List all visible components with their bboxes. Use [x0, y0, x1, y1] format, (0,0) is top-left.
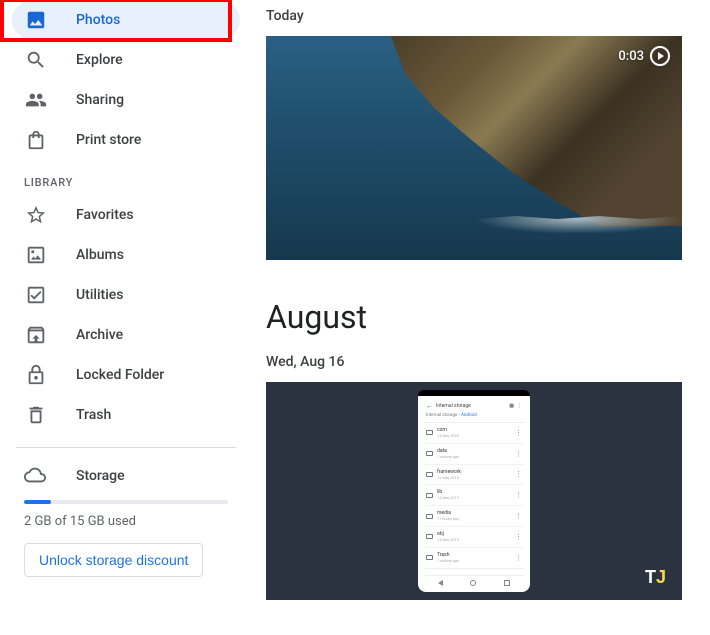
row-more-icon: ⋮ [515, 557, 522, 559]
nav-back-icon [438, 580, 443, 586]
sidebar-item-label: Favorites [76, 207, 134, 223]
nav-recent-icon [504, 580, 510, 586]
sidebar-item-label: Explore [76, 52, 123, 68]
search-icon [24, 48, 48, 72]
image-icon [24, 8, 48, 32]
month-header: August [266, 298, 694, 336]
row-more-icon: ⋮ [515, 494, 522, 496]
sidebar-item-label: Photos [76, 12, 120, 28]
folder-icon [426, 493, 433, 498]
sidebar-item-explore[interactable]: Explore [12, 40, 240, 80]
more-icon: ⋮ [517, 403, 522, 409]
phone-file-row: obj14 May 2019⋮ [424, 527, 524, 548]
phone-file-row: framework14 May 2019⋮ [424, 465, 524, 486]
unlock-storage-discount-button[interactable]: Unlock storage discount [24, 543, 203, 577]
phone-file-list: com14 May 2020⋮data1 minute ago⋮framewor… [424, 423, 524, 569]
phone-mockup: ← Internal storage ▦ ⋮ Internal storage … [418, 390, 530, 592]
row-more-icon: ⋮ [515, 536, 522, 538]
sidebar: Photos Explore Sharing Print store LIBRA… [0, 0, 248, 635]
sidebar-item-print-store[interactable]: Print store [12, 120, 240, 160]
sidebar-item-favorites[interactable]: Favorites [12, 195, 240, 235]
cloud-icon [24, 464, 48, 488]
photo-thumbnail-screenshot[interactable]: ← Internal storage ▦ ⋮ Internal storage … [266, 382, 682, 600]
star-icon [24, 203, 48, 227]
folder-icon [426, 534, 433, 539]
phone-file-row: lib14 May 2019⋮ [424, 485, 524, 506]
sidebar-item-storage[interactable]: Storage [12, 456, 240, 496]
divider [16, 447, 236, 448]
phone-status-bar [418, 390, 530, 396]
sidebar-item-label: Print store [76, 132, 141, 148]
phone-nav-bar [424, 575, 524, 586]
phone-file-row: com14 May 2020⋮ [424, 423, 524, 444]
people-icon [24, 88, 48, 112]
tj-watermark: TJ [645, 567, 666, 588]
back-arrow-icon: ← [426, 402, 433, 410]
trash-icon [24, 403, 48, 427]
sidebar-item-locked-folder[interactable]: Locked Folder [12, 355, 240, 395]
main-content: Today 0:03 August Wed, Aug 16 ← Internal… [248, 0, 710, 635]
phone-breadcrumb: Internal storage › Android [424, 413, 524, 423]
date-header-aug16: Wed, Aug 16 [266, 354, 694, 370]
storage-used-text: 2 GB of 15 GB used [12, 504, 240, 543]
row-more-icon: ⋮ [515, 453, 522, 455]
phone-file-row: media11 hours ago⋮ [424, 506, 524, 527]
grid-icon: ▦ [509, 403, 514, 409]
video-duration-overlay: 0:03 [618, 46, 670, 66]
phone-file-row: data1 minute ago⋮ [424, 444, 524, 465]
phone-title: Internal storage [436, 403, 471, 409]
folder-icon [426, 555, 433, 560]
sidebar-item-sharing[interactable]: Sharing [12, 80, 240, 120]
sidebar-item-archive[interactable]: Archive [12, 315, 240, 355]
library-section-header: LIBRARY [12, 160, 240, 195]
sidebar-item-label: Archive [76, 327, 123, 343]
phone-file-row: Trash1 minute ago⋮ [424, 548, 524, 569]
sidebar-item-label: Locked Folder [76, 367, 164, 383]
row-more-icon: ⋮ [515, 432, 522, 434]
folder-icon [426, 514, 433, 519]
sidebar-item-albums[interactable]: Albums [12, 235, 240, 275]
lock-icon [24, 363, 48, 387]
sidebar-item-label: Trash [76, 407, 111, 423]
video-duration-text: 0:03 [618, 49, 644, 64]
sidebar-item-utilities[interactable]: Utilities [12, 275, 240, 315]
folder-icon [426, 430, 433, 435]
nav-home-icon [470, 580, 476, 586]
sidebar-item-label: Sharing [76, 92, 124, 108]
folder-icon [426, 451, 433, 456]
photo-thumbnail-video[interactable]: 0:03 [266, 36, 682, 260]
archive-icon [24, 323, 48, 347]
play-icon [650, 46, 670, 66]
sidebar-item-photos[interactable]: Photos [12, 0, 240, 40]
folder-icon [426, 472, 433, 477]
row-more-icon: ⋮ [515, 473, 522, 475]
shopping-bag-icon [24, 128, 48, 152]
phone-header: ← Internal storage ▦ ⋮ [424, 400, 524, 413]
sidebar-item-label: Utilities [76, 287, 123, 303]
row-more-icon: ⋮ [515, 515, 522, 517]
date-header-today: Today [266, 8, 694, 24]
sidebar-item-trash[interactable]: Trash [12, 395, 240, 435]
sidebar-item-label: Albums [76, 247, 124, 263]
album-icon [24, 243, 48, 267]
check-box-icon [24, 283, 48, 307]
storage-label: Storage [76, 468, 125, 484]
